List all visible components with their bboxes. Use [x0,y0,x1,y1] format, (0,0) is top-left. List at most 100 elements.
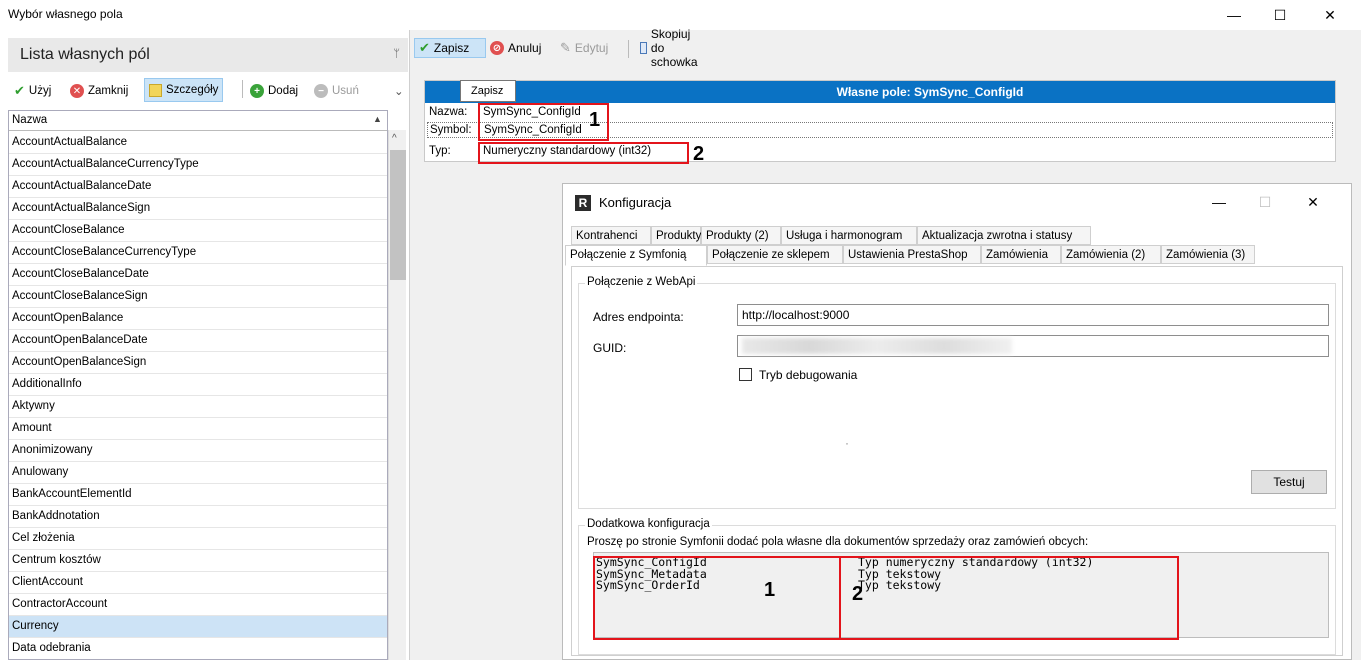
details-label: Szczegóły [166,84,219,96]
tab-content-polaczenie-z-symfonia: Połączenie z WebApi Adres endpointa: htt… [571,266,1343,656]
list-item[interactable]: AccountOpenBalanceDate [9,330,387,352]
extra-description: Proszę po stronie Symfonii dodać pola wł… [587,536,1089,548]
list-item[interactable]: AccountCloseBalance [9,220,387,242]
left-panel-title: Lista własnych pól [20,46,150,63]
list-item[interactable]: Anonimizowany [9,440,387,462]
maximize-icon[interactable]: ☐ [1257,0,1303,30]
cancel-button[interactable]: ⊘ Anuluj [490,38,541,58]
use-label: Użyj [28,85,52,97]
debug-label: Tryb debugowania [759,368,858,382]
copy-label: Skopiuj do schowka [650,27,698,69]
list-item[interactable]: Cel złożenia [9,528,387,550]
add-button[interactable]: + Dodaj [250,80,298,102]
list-item[interactable]: AccountActualBalanceSign [9,198,387,220]
maximize-icon[interactable]: ☐ [1245,190,1285,214]
list-item[interactable]: AccountActualBalanceCurrencyType [9,154,387,176]
tab-row2-5[interactable]: Zamówienia (3) [1161,245,1255,264]
debug-checkbox[interactable] [739,368,752,381]
tab-row1-0[interactable]: Kontrahenci [571,226,651,245]
remove-button[interactable]: − Usuń [314,80,359,102]
list-item[interactable]: Amount [9,418,387,440]
annotation-box-1 [593,556,841,640]
config-title-bar: R Konfiguracja — ☐ ✕ [563,184,1351,220]
tab-row2-3[interactable]: Zamówienia [981,245,1061,264]
endpoint-input[interactable]: http://localhost:9000 [737,304,1329,326]
edit-label: Edytuj [574,41,609,55]
endpoint-label: Adres endpointa: [593,310,684,324]
list-item[interactable]: AccountCloseBalanceDate [9,264,387,286]
list-item[interactable]: Centrum kosztów [9,550,387,572]
list-item[interactable]: Aktywny [9,396,387,418]
list-item[interactable]: AccountActualBalanceDate [9,176,387,198]
list-item[interactable]: AccountOpenBalance [9,308,387,330]
list-item[interactable]: AccountCloseBalanceCurrencyType [9,242,387,264]
scroll-thumb[interactable] [390,150,406,280]
cancel-label: Anuluj [508,41,542,55]
list-item[interactable]: AccountCloseBalanceSign [9,286,387,308]
scroll-up-icon[interactable]: ^ [392,133,397,144]
annotation-marker-1: 1 [589,109,601,131]
grid-scrollbar[interactable]: ^ [388,130,406,660]
extra-group-title: Dodatkowa konfiguracja [585,518,712,530]
cancel-icon: ⊘ [490,41,504,55]
close-list-label: Zamknij [88,85,129,97]
extra-config-group: Dodatkowa konfiguracja Proszę po stronie… [578,518,1336,655]
list-item[interactable]: ContractorAccount [9,594,387,616]
tab-row2-4[interactable]: Zamówienia (2) [1061,245,1161,264]
webapi-group: Połączenie z WebApi Adres endpointa: htt… [578,276,1336,509]
webapi-group-title: Połączenie z WebApi [585,276,698,288]
annotation-box-2 [839,556,1179,640]
close-icon[interactable]: ✕ [1293,190,1333,214]
fields-grid: Nazwa ▲ AccountActualBalance AccountActua… [8,110,388,660]
tab-row2-0[interactable]: Połączenie z Symfonią [565,245,707,266]
tab-row1-4[interactable]: Aktualizacja zwrotna i statusy [917,226,1091,245]
add-label: Dodaj [268,85,299,97]
copy-to-clipboard-button[interactable]: Skopiuj do schowka [640,27,703,69]
save-tooltip: Zapisz [460,80,516,102]
minimize-icon[interactable]: — [1199,190,1239,214]
test-button[interactable]: Testuj [1251,470,1327,494]
window-title: Wybór własnego pola [8,7,123,21]
config-title: Konfiguracja [599,195,672,210]
pin-icon[interactable]: ᛘ [393,48,400,60]
tab-row1-1[interactable]: Produkty [651,226,701,245]
use-button[interactable]: ✔ Użyj [14,80,51,102]
column-name-header: Nazwa [12,114,48,126]
list-item[interactable]: BankAccountElementId [9,484,387,506]
list-item[interactable]: AccountActualBalance [9,132,387,154]
check-icon: ✔ [419,40,430,55]
minus-icon: − [314,84,328,98]
chevron-down-icon[interactable]: ⌄ [394,80,404,102]
remove-label: Usuń [332,85,359,97]
left-toolbar: ✔ Użyj ✕ Zamknij Szczegóły + Dodaj − Usu… [8,76,408,104]
property-panel: Własne pole: SymSync_ConfigId Nazwa: Sym… [424,80,1336,165]
close-list-button[interactable]: ✕ Zamknij [70,80,128,102]
property-header: Własne pole: SymSync_ConfigId [425,81,1335,103]
plus-icon: + [250,84,264,98]
minimize-icon[interactable]: — [1211,0,1257,30]
symbol-label: Symbol: [430,124,472,136]
sort-asc-icon: ▲ [373,114,382,124]
annotation-marker-2: 2 [693,143,705,165]
guid-label: GUID: [593,341,627,355]
save-button[interactable]: ✔ Zapisz [414,38,486,58]
tab-row2-1[interactable]: Połączenie ze sklepem [707,245,843,264]
toolbar-separator [628,40,629,58]
guid-input[interactable] [737,335,1329,357]
close-icon[interactable]: ✕ [1307,0,1353,30]
details-button[interactable]: Szczegóły [144,78,224,102]
list-item[interactable]: ClientAccount [9,572,387,594]
tab-row2-2[interactable]: Ustawienia PrestaShop [843,245,981,264]
edit-button[interactable]: ✎ Edytuj [560,38,608,58]
list-item[interactable]: Data odebrania [9,638,387,659]
list-item[interactable]: AdditionalInfo [9,374,387,396]
list-item[interactable]: BankAddnotation [9,506,387,528]
type-label: Typ: [429,145,451,157]
tab-row1-2[interactable]: Produkty (2) [701,226,781,245]
grid-header[interactable]: Nazwa ▲ [9,111,387,131]
toolbar-separator [242,80,243,98]
list-item[interactable]: AccountOpenBalanceSign [9,352,387,374]
tab-row1-3[interactable]: Usługa i harmonogram [781,226,917,245]
list-item[interactable]: Anulowany [9,462,387,484]
list-item[interactable]: Currency [9,616,387,638]
